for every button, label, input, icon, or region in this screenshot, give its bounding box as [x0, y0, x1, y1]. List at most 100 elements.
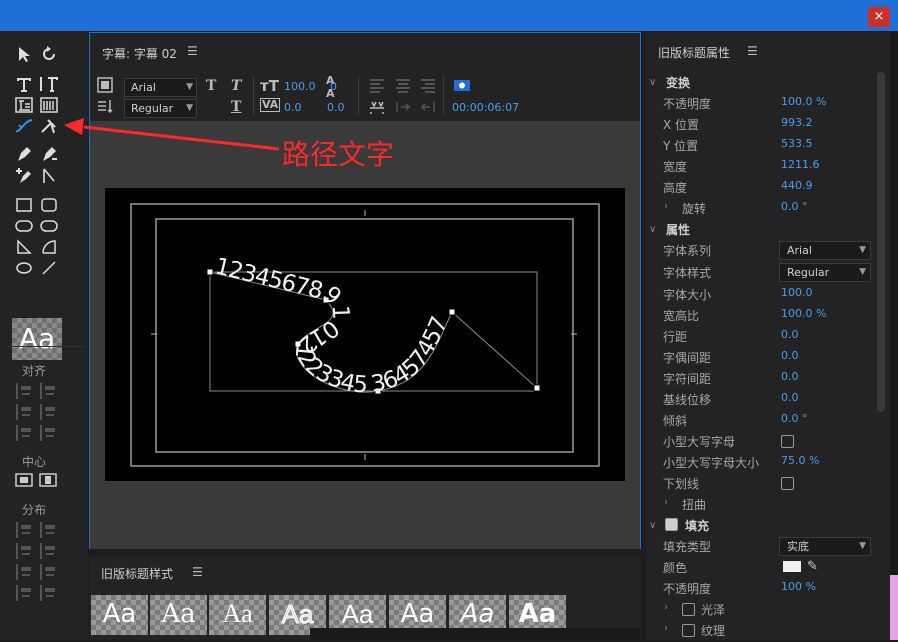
selection-tool-icon[interactable]: [13, 45, 35, 63]
distribute-bottom-icon[interactable]: [40, 564, 58, 580]
align-right-icon[interactable]: [16, 425, 34, 441]
fill-section-header[interactable]: 填充: [685, 517, 709, 534]
properties-scrollbar[interactable]: [877, 72, 885, 412]
vertical-type-tool-icon[interactable]: [38, 75, 60, 93]
x-position-value[interactable]: 993.2: [781, 116, 813, 129]
rotate-tool-icon[interactable]: [38, 45, 60, 63]
color-swatch[interactable]: [783, 561, 801, 572]
align-center-text-icon[interactable]: [392, 76, 414, 94]
eyedropper-icon[interactable]: ✎: [807, 559, 818, 574]
style-swatch[interactable]: Aa: [91, 595, 148, 635]
y-position-value[interactable]: 533.5: [781, 137, 813, 150]
ellipse-tool-icon[interactable]: [13, 259, 35, 277]
kerning-prop-value[interactable]: 0.0: [781, 349, 799, 362]
distribute-center-h-icon[interactable]: [16, 543, 34, 559]
font-style-dropdown[interactable]: Regular ▼: [779, 263, 871, 282]
fill-checkbox[interactable]: [665, 518, 678, 531]
font-size-value[interactable]: 100.0: [284, 80, 316, 93]
width-value[interactable]: 1211.6: [781, 158, 820, 171]
italic-icon[interactable]: T: [231, 78, 241, 94]
center-horizontal-icon[interactable]: [13, 471, 35, 489]
clipped-corner-rect-tool-icon[interactable]: [13, 217, 35, 235]
arc-tool-icon[interactable]: [38, 238, 60, 256]
height-value[interactable]: 440.9: [781, 179, 813, 192]
tracking-value[interactable]: 0.0: [284, 101, 302, 114]
chevron-right-icon[interactable]: ›: [664, 623, 668, 634]
center-vertical-icon[interactable]: [37, 471, 59, 489]
distribute-center-v-icon[interactable]: [40, 543, 58, 559]
hamburger-icon[interactable]: ☰: [187, 44, 198, 58]
path-text-sample[interactable]: 12345678910121223345 36457457: [212, 253, 454, 398]
distribute-top-icon[interactable]: [40, 522, 58, 538]
area-type-tool-icon[interactable]: [13, 96, 35, 114]
opacity-value[interactable]: 100.0 %: [781, 95, 826, 108]
chevron-down-icon[interactable]: ∨: [649, 77, 656, 88]
divider: [358, 75, 359, 115]
kerning-value[interactable]: 0.0: [327, 101, 345, 114]
chevron-right-icon[interactable]: ›: [664, 602, 668, 613]
attributes-section-header[interactable]: 属性: [666, 221, 690, 238]
vertical-area-type-tool-icon[interactable]: [38, 96, 60, 114]
hamburger-icon[interactable]: ☰: [747, 44, 758, 58]
title-canvas[interactable]: 12345678910121223345 36457457: [105, 188, 625, 481]
smallcaps-checkbox[interactable]: [781, 435, 794, 448]
aspect-value[interactable]: 100.0 %: [781, 307, 826, 320]
align-center-v-icon[interactable]: [40, 404, 58, 420]
timecode[interactable]: 00:00:06:07: [452, 101, 519, 114]
leading-value[interactable]: 0: [330, 80, 337, 93]
underline-checkbox[interactable]: [781, 477, 794, 490]
fill-opacity-value[interactable]: 100 %: [781, 580, 816, 593]
distribute-v-space-icon[interactable]: [40, 585, 58, 601]
transform-section-header[interactable]: 变换: [666, 74, 690, 91]
distribute-h-space-icon[interactable]: [16, 585, 34, 601]
rectangle-tool-icon[interactable]: [13, 196, 35, 214]
tab-align-icon[interactable]: [366, 98, 388, 116]
path-type-tool-icon[interactable]: [13, 117, 35, 135]
bold-icon[interactable]: T: [206, 78, 216, 94]
roll-crawl-options-icon[interactable]: [94, 76, 116, 94]
texture-checkbox[interactable]: [682, 624, 695, 637]
pen-tool-icon[interactable]: [13, 145, 35, 163]
leading-prop-value[interactable]: 0.0: [781, 328, 799, 341]
rounded-corner-rect-tool-icon[interactable]: [38, 196, 60, 214]
type-tool-icon[interactable]: [13, 75, 35, 93]
align-top-icon[interactable]: [40, 383, 58, 399]
add-anchor-tool-icon[interactable]: [13, 167, 35, 185]
show-background-video-icon[interactable]: [451, 76, 473, 94]
tab-right-icon[interactable]: [392, 98, 414, 116]
align-left-text-icon[interactable]: [366, 76, 388, 94]
vertical-path-type-tool-icon[interactable]: [38, 117, 60, 135]
delete-anchor-tool-icon[interactable]: [38, 145, 60, 163]
smallcaps-size-value[interactable]: 75.0 %: [781, 454, 819, 467]
chevron-right-icon[interactable]: ›: [664, 201, 668, 212]
baseline-value[interactable]: 0.0: [781, 391, 799, 404]
fill-type-dropdown[interactable]: 实底 ▼: [779, 537, 871, 556]
align-left-icon[interactable]: [16, 383, 34, 399]
line-tool-icon[interactable]: [38, 259, 60, 277]
chevron-right-icon[interactable]: ›: [664, 497, 668, 508]
font-family-dropdown[interactable]: Arial ▼: [779, 241, 871, 260]
chevron-down-icon[interactable]: ∨: [649, 520, 656, 531]
rounded-rect-tool-icon[interactable]: [38, 217, 60, 235]
chevron-down-icon[interactable]: ∨: [649, 224, 656, 235]
style-swatch[interactable]: Aa: [150, 595, 207, 635]
distribute-right-icon[interactable]: [16, 564, 34, 580]
font-family-select[interactable]: Arial ▼: [124, 78, 197, 97]
rotation-value[interactable]: 0.0 °: [781, 200, 808, 213]
align-center-h-icon[interactable]: [16, 404, 34, 420]
font-size-prop-value[interactable]: 100.0: [781, 286, 813, 299]
distribute-left-icon[interactable]: [16, 522, 34, 538]
align-bottom-icon[interactable]: [40, 425, 58, 441]
style-swatch[interactable]: Aa: [209, 595, 266, 635]
hamburger-icon[interactable]: ☰: [192, 565, 203, 579]
title-canvas-area[interactable]: 12345678910121223345 36457457: [90, 121, 640, 549]
close-button[interactable]: ×: [868, 7, 890, 27]
align-right-text-icon[interactable]: [417, 76, 439, 94]
smallcaps-row: 小型大写字母: [646, 433, 886, 453]
convert-anchor-tool-icon[interactable]: [38, 167, 60, 185]
wedge-tool-icon[interactable]: [13, 238, 35, 256]
tab-left-icon[interactable]: [417, 98, 439, 116]
tracking-prop-value[interactable]: 0.0: [781, 370, 799, 383]
slant-value[interactable]: 0.0 °: [781, 412, 808, 425]
sheen-checkbox[interactable]: [682, 603, 695, 616]
